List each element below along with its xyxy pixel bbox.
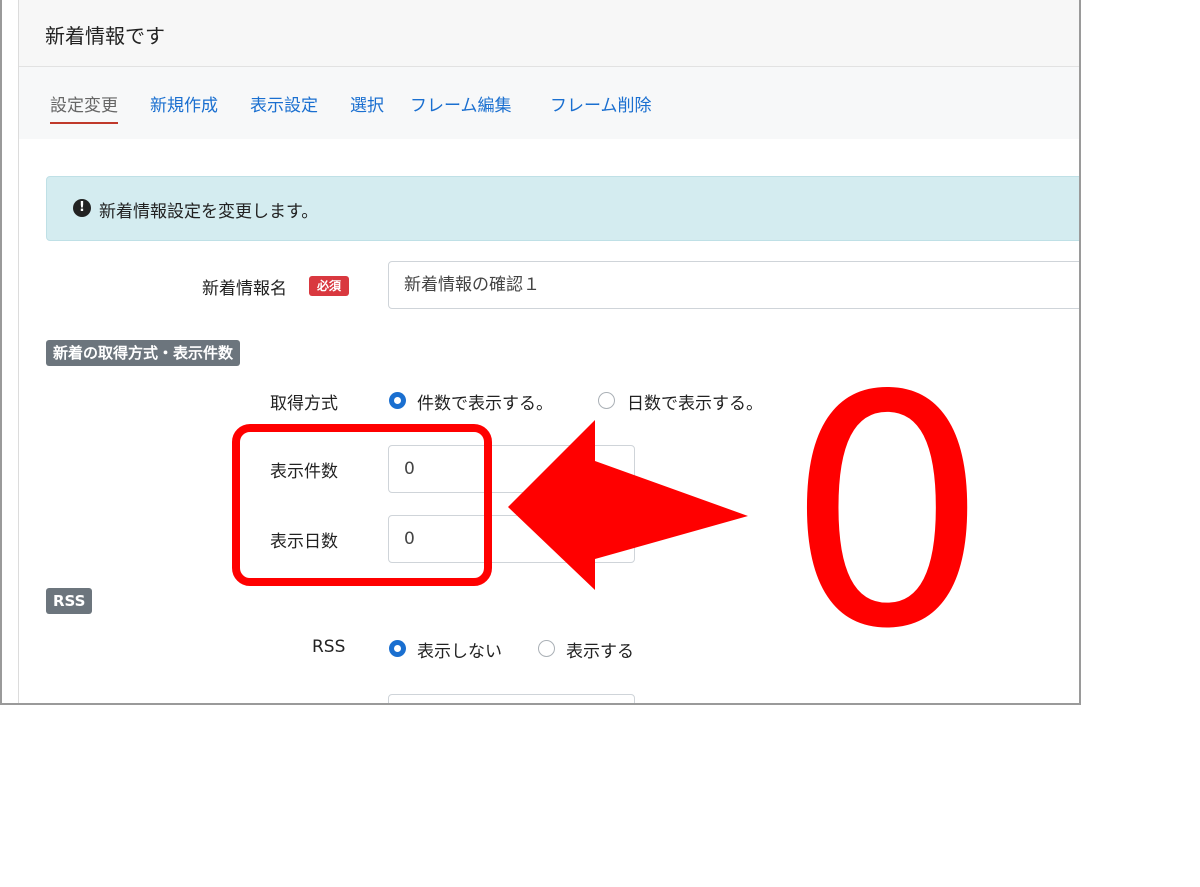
- annotation-zero: 0: [786, 328, 989, 698]
- left-arrow-icon: [508, 420, 748, 590]
- arrow-annotation: [508, 420, 748, 590]
